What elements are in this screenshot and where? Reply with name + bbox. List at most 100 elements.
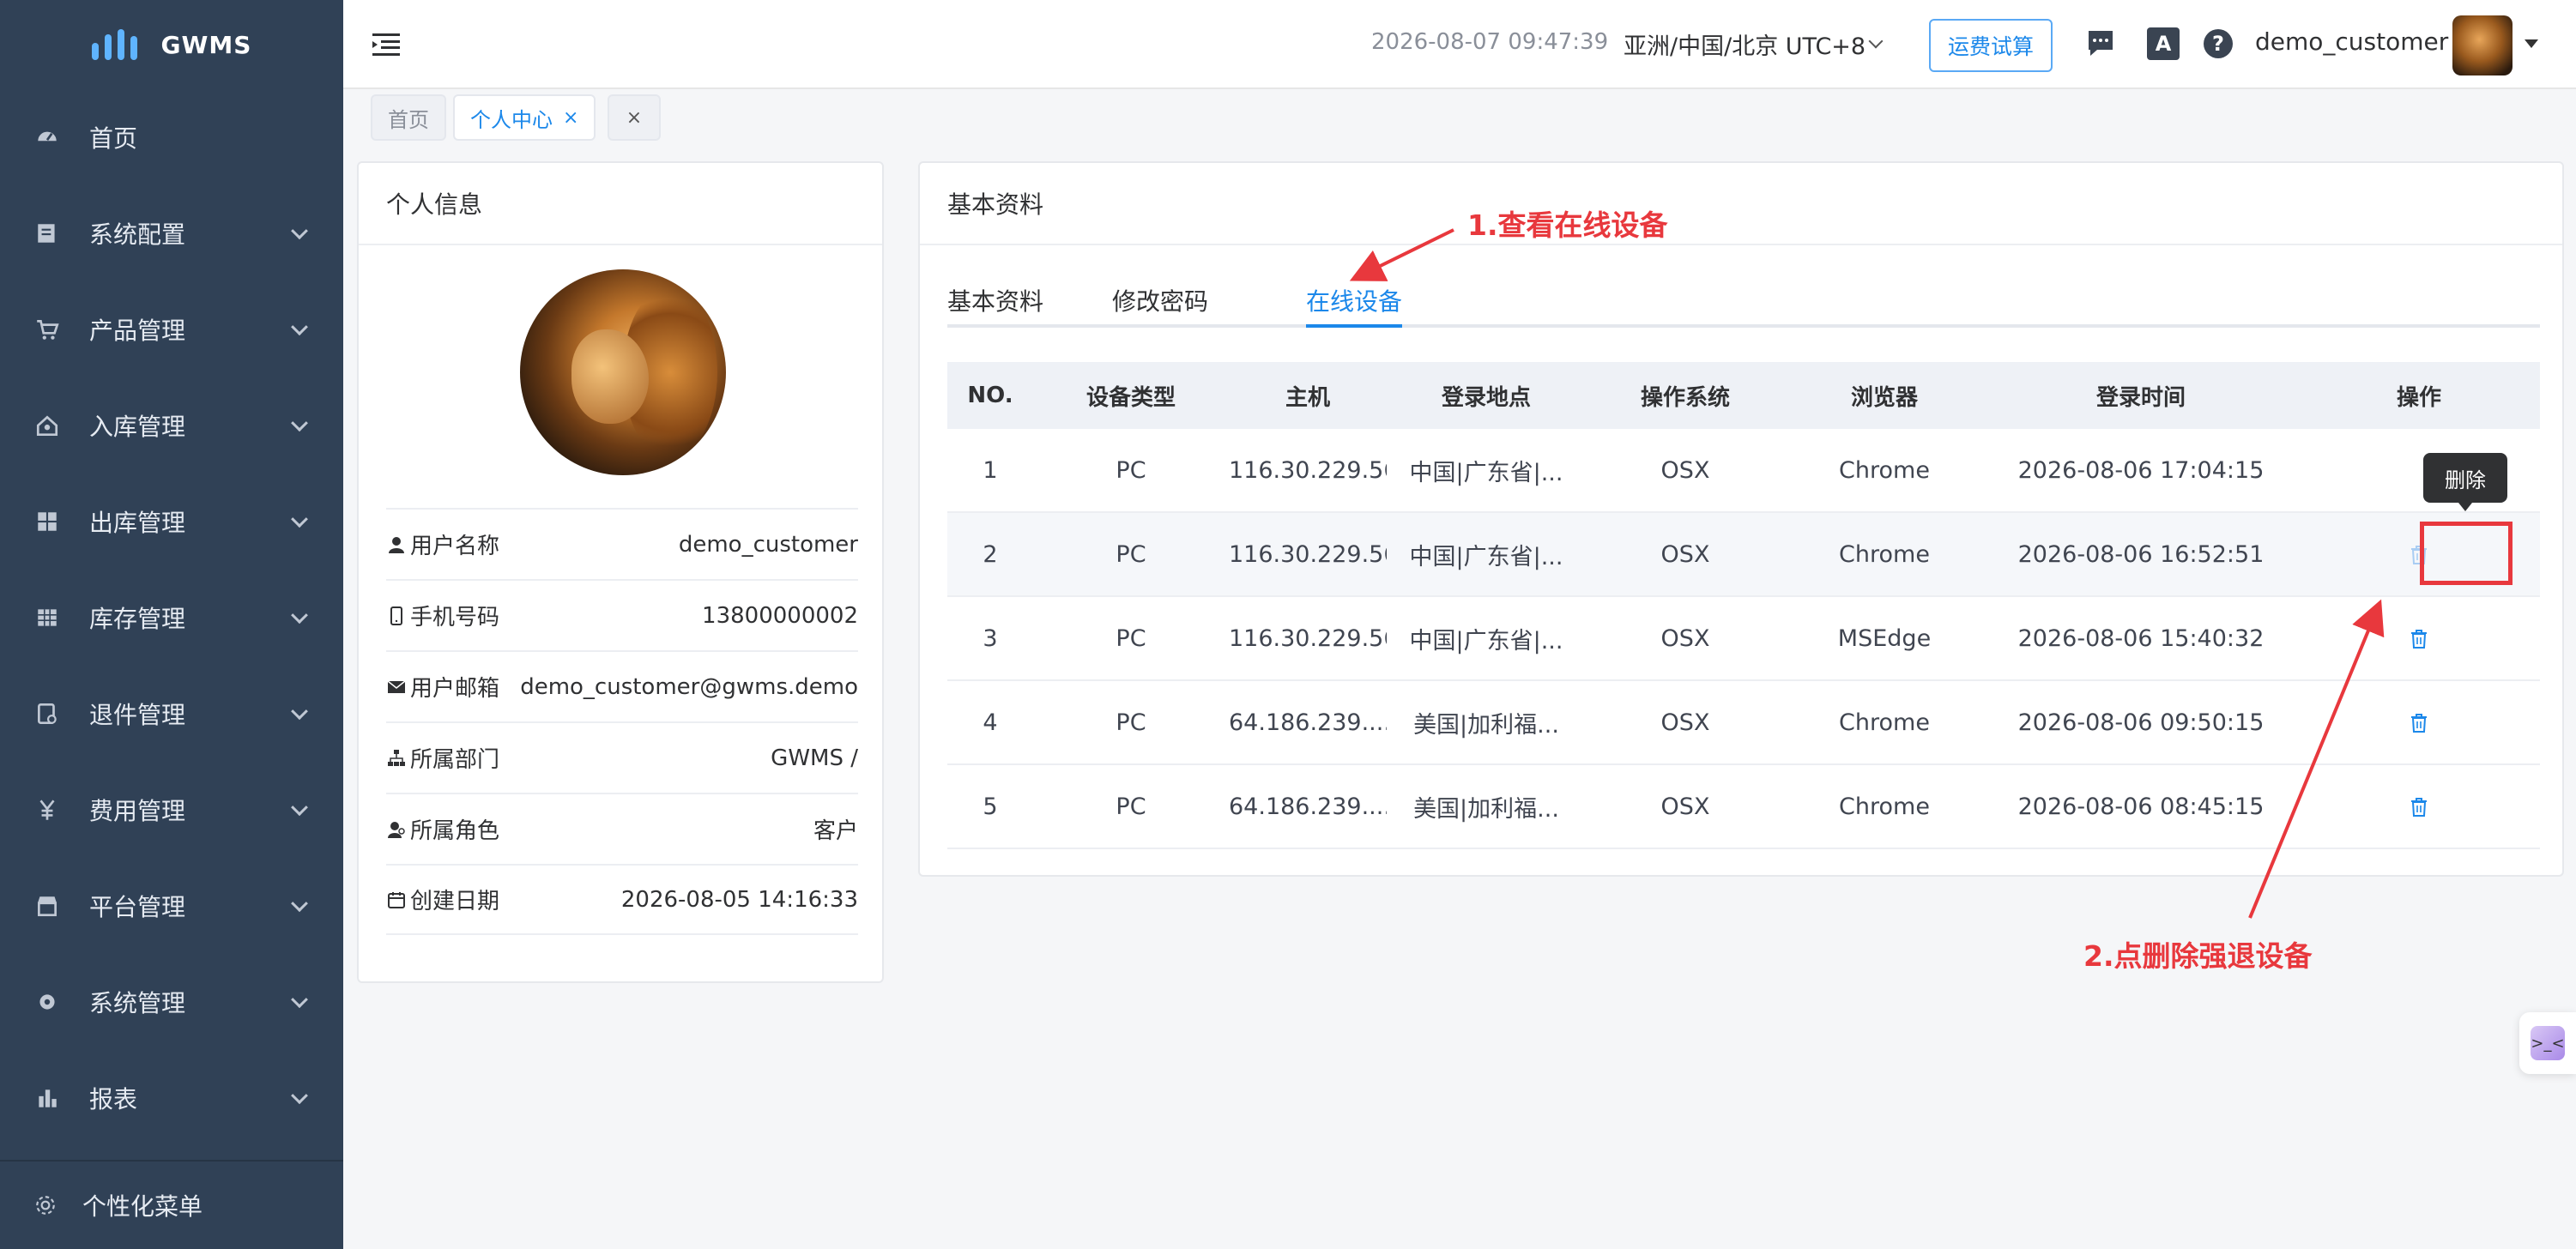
table-cell: Chrome: [1839, 709, 1930, 736]
personal-info-list: 用户名称 demo_customer 手机号码 13800000002 用户邮箱 demo…: [386, 508, 858, 935]
sidebar-item-label: 系统配置: [89, 220, 186, 249]
sidebar-item-label: 库存管理: [89, 605, 186, 633]
info-label: 所属角色: [386, 813, 499, 845]
info-label-text: 所属角色: [410, 818, 500, 844]
return-icon: [38, 703, 57, 725]
sidebar-item-label: 产品管理: [89, 317, 186, 345]
logo-icon: [91, 29, 137, 60]
info-value: demo_customer: [678, 531, 858, 558]
table-cell: PC: [1116, 456, 1146, 484]
info-label-text: 手机号码: [410, 605, 500, 631]
close-icon[interactable]: ×: [563, 107, 578, 129]
caret-down-icon[interactable]: [2525, 39, 2538, 48]
active-tab-indicator: [1306, 324, 1402, 328]
delete-button[interactable]: [2298, 709, 2540, 736]
sidebar-item-4[interactable]: 出库管理: [0, 474, 343, 570]
table-cell: OSX: [1660, 793, 1710, 820]
tab-basic-info[interactable]: 基本资料: [947, 283, 1043, 317]
yuan-icon: [39, 799, 55, 820]
sidebar-item-10[interactable]: 报表: [0, 1050, 343, 1146]
user-avatar[interactable]: [2452, 15, 2513, 75]
header-username[interactable]: demo_customer: [2255, 27, 2448, 56]
top-header: 2026-08-07 09:47:39 亚洲/中国/北京 UTC+8 运费试算 …: [343, 0, 2576, 89]
column-header: 主机: [1285, 384, 1330, 411]
info-value: 2026-08-05 14:16:33: [620, 886, 858, 913]
tab-online-devices[interactable]: 在线设备: [1306, 283, 1402, 317]
chevron-down-icon: [291, 414, 308, 432]
sidebar-item-6[interactable]: 退件管理: [0, 666, 343, 762]
sidebar-item-2[interactable]: 产品管理: [0, 281, 343, 377]
table-cell: 1: [983, 456, 998, 484]
sidebar-item-label: 系统管理: [89, 989, 186, 1017]
profile-tabs: 基本资料 修改密码 在线设备: [947, 275, 2540, 328]
shop-icon: [38, 896, 57, 917]
table-cell: 2026-08-06 16:52:51: [2017, 540, 2265, 568]
delete-button[interactable]: [2298, 793, 2540, 820]
help-icon[interactable]: ?: [2204, 29, 2233, 58]
column-header: 设备类型: [1085, 384, 1176, 411]
delete-tooltip: 删除: [2423, 453, 2507, 511]
translate-icon[interactable]: A: [2147, 27, 2180, 60]
tab-change-password[interactable]: 修改密码: [1112, 283, 1208, 317]
table-header: NO. 设备类型 主机 登录地点 操作系统 浏览器 登录时间 操作: [947, 362, 2540, 429]
table-cell: OSX: [1660, 709, 1710, 736]
sidebar-item-label: 入库管理: [89, 413, 186, 441]
delete-button[interactable]: [2298, 625, 2540, 652]
sidebar-item-9[interactable]: 系统管理: [0, 954, 343, 1050]
table-cell: PC: [1116, 540, 1146, 568]
personalize-menu-button[interactable]: 个性化菜单: [0, 1160, 343, 1249]
info-value: 客户: [813, 818, 858, 844]
profile-avatar[interactable]: [520, 269, 726, 475]
annotation-step1: 1.查看在线设备: [1467, 208, 1668, 242]
floating-assistant-button[interactable]: >_<: [2519, 1012, 2576, 1074]
table-cell: 5: [983, 793, 998, 820]
sidebar-item-5[interactable]: 库存管理: [0, 570, 343, 666]
chevron-down-icon: [291, 606, 308, 624]
tag-profile[interactable]: 个人中心 ×: [453, 94, 596, 141]
table-cell: 116.30.229.56: [1229, 624, 1387, 652]
chevron-down-icon[interactable]: [1868, 33, 1884, 49]
table-cell: 2026-08-06 17:04:15: [2017, 456, 2265, 484]
info-row: 用户名称 demo_customer: [386, 508, 858, 579]
app-title: GWMS: [160, 30, 252, 59]
sidebar-item-0[interactable]: 首页: [0, 89, 343, 185]
message-icon[interactable]: [2085, 27, 2116, 58]
timezone-select[interactable]: 亚洲/中国/北京 UTC+8: [1624, 27, 1865, 61]
table-cell: OSX: [1660, 456, 1710, 484]
basic-info-card: 基本资料 基本资料 修改密码 在线设备 NO. 设备类型 主机 登录地点 操作系统 浏览器…: [918, 161, 2564, 877]
org-icon: [388, 749, 405, 766]
info-row: 手机号码 13800000002: [386, 579, 858, 650]
assistant-icon: >_<: [2531, 1026, 2565, 1060]
close-tags-button[interactable]: ×: [608, 94, 661, 141]
table-cell: 64.186.239....: [1229, 709, 1387, 736]
gear-icon: [39, 994, 55, 1010]
dashboard-icon: [38, 131, 57, 142]
sidebar: GWMS 首页系统配置产品管理入库管理出库管理库存管理退件管理 费用管理 平台管理系…: [0, 0, 343, 1249]
table-cell: Chrome: [1839, 456, 1930, 484]
app-logo[interactable]: GWMS: [0, 0, 343, 89]
table-cell: PC: [1116, 793, 1146, 820]
column-header: 登录时间: [2095, 384, 2186, 411]
sidebar-item-1[interactable]: 系统配置: [0, 185, 343, 281]
table-cell: 116.30.229.56: [1229, 540, 1387, 568]
tag-home[interactable]: 首页: [371, 94, 446, 141]
header-datetime: 2026-08-07 09:47:39: [1371, 29, 1609, 55]
sidebar-item-7[interactable]: 费用管理: [0, 762, 343, 858]
info-row: 所属角色 客户: [386, 793, 858, 864]
table-cell: 64.186.239....: [1229, 793, 1387, 820]
info-label-text: 用户名称: [410, 534, 500, 559]
freight-calc-button[interactable]: 运费试算: [1929, 19, 2053, 72]
annotation-step2: 2.点删除强退设备: [2083, 939, 2313, 973]
chevron-down-icon: [291, 799, 308, 817]
mail-icon: [387, 679, 406, 693]
grid-icon: [38, 512, 57, 531]
menu-toggle-icon[interactable]: [372, 33, 400, 57]
info-row: 用户邮箱 demo_customer@gwms.demo: [386, 650, 858, 721]
table-cell: 116.30.229.56: [1229, 456, 1387, 484]
column-header: 浏览器: [1850, 384, 1918, 411]
chevron-down-icon: [291, 1087, 308, 1105]
sidebar-item-3[interactable]: 入库管理: [0, 377, 343, 474]
delete-icon: [2411, 714, 2427, 733]
sidebar-item-8[interactable]: 平台管理: [0, 858, 343, 954]
role-icon: [388, 821, 405, 838]
